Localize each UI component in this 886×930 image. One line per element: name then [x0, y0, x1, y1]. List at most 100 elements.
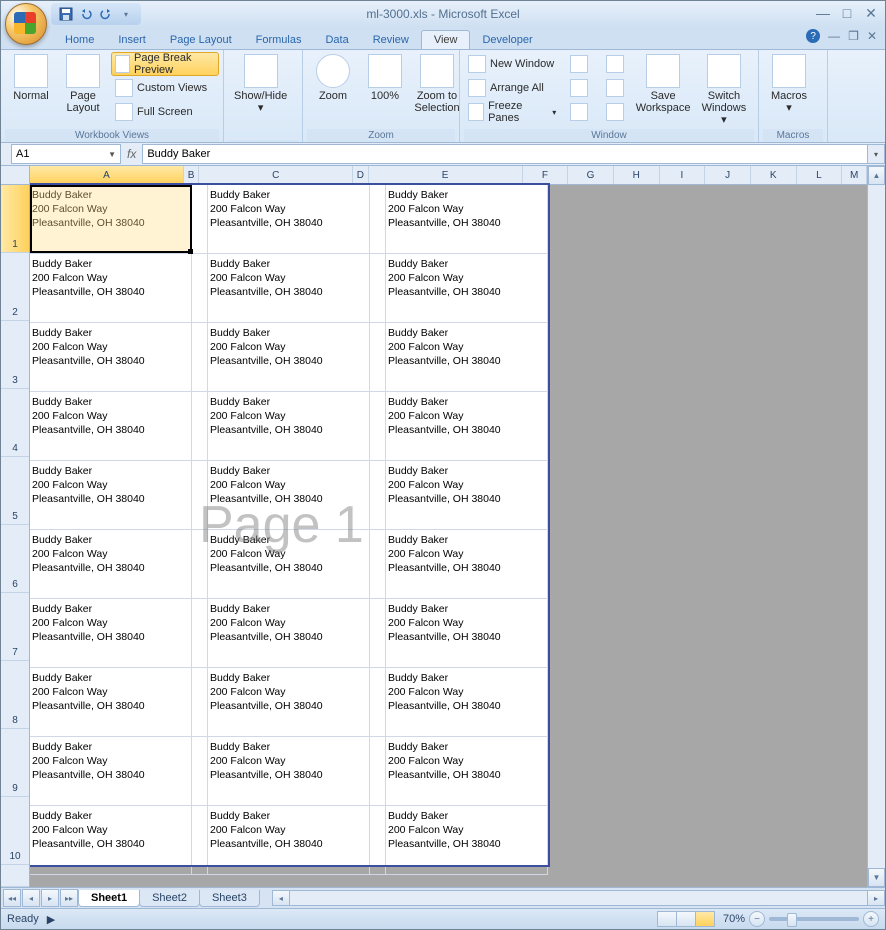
cell[interactable]: Buddy Baker 200 Falcon Way Pleasantville…: [30, 806, 192, 874]
column-header-G[interactable]: G: [568, 166, 614, 184]
view-side-by-side-button[interactable]: [602, 52, 632, 76]
help-icon[interactable]: ?: [806, 29, 820, 43]
cell[interactable]: Buddy Baker 200 Falcon Way Pleasantville…: [208, 185, 370, 253]
zoom-in-button[interactable]: +: [863, 911, 879, 927]
hscroll-track[interactable]: [290, 890, 867, 906]
page-layout-view-button[interactable]: Page Layout: [57, 52, 109, 116]
cell[interactable]: [192, 323, 208, 391]
view-page-layout-shortcut[interactable]: [676, 911, 696, 927]
cell[interactable]: Buddy Baker 200 Falcon Way Pleasantville…: [30, 668, 192, 736]
column-header-E[interactable]: E: [369, 166, 523, 184]
sheet-tab-sheet1[interactable]: Sheet1: [78, 890, 140, 907]
cell[interactable]: [192, 737, 208, 805]
column-header-M[interactable]: M: [842, 166, 867, 184]
column-header-D[interactable]: D: [353, 166, 368, 184]
sheet-nav-last[interactable]: ▸▸: [60, 889, 78, 907]
sheet-tab-sheet3[interactable]: Sheet3: [199, 890, 260, 907]
column-header-I[interactable]: I: [660, 166, 706, 184]
cell[interactable]: Buddy Baker 200 Falcon Way Pleasantville…: [30, 530, 192, 598]
cell[interactable]: [192, 461, 208, 529]
column-header-L[interactable]: L: [797, 166, 843, 184]
column-header-H[interactable]: H: [614, 166, 660, 184]
undo-icon[interactable]: [77, 5, 95, 23]
cell[interactable]: [192, 668, 208, 736]
sheet-nav-next[interactable]: ▸: [41, 889, 59, 907]
switch-windows-button[interactable]: Switch Windows ▾: [694, 52, 754, 128]
hide-button[interactable]: [566, 76, 596, 100]
cell[interactable]: Buddy Baker 200 Falcon Way Pleasantville…: [208, 461, 370, 529]
row-header-9[interactable]: 9: [1, 729, 29, 797]
reset-window-position-button[interactable]: [602, 100, 632, 124]
cell[interactable]: Buddy Baker 200 Falcon Way Pleasantville…: [208, 530, 370, 598]
scroll-right-button[interactable]: ▸: [867, 890, 885, 906]
cell[interactable]: [370, 461, 386, 529]
cell[interactable]: Buddy Baker 200 Falcon Way Pleasantville…: [386, 323, 548, 391]
zoom-slider[interactable]: [769, 917, 859, 921]
cell[interactable]: Buddy Baker 200 Falcon Way Pleasantville…: [30, 461, 192, 529]
cell[interactable]: [192, 530, 208, 598]
tab-formulas[interactable]: Formulas: [244, 31, 314, 49]
cell[interactable]: Buddy Baker 200 Falcon Way Pleasantville…: [208, 737, 370, 805]
view-page-break-shortcut[interactable]: [695, 911, 715, 927]
cell[interactable]: [192, 185, 208, 253]
cell[interactable]: Buddy Baker 200 Falcon Way Pleasantville…: [386, 461, 548, 529]
row-header-7[interactable]: 7: [1, 593, 29, 661]
save-icon[interactable]: [57, 5, 75, 23]
zoom-out-button[interactable]: −: [749, 911, 765, 927]
column-header-A[interactable]: A: [30, 166, 184, 184]
cell[interactable]: Buddy Baker 200 Falcon Way Pleasantville…: [30, 185, 192, 253]
column-header-B[interactable]: B: [184, 166, 199, 184]
qat-customize-icon[interactable]: ▾: [117, 5, 135, 23]
vertical-scrollbar[interactable]: ▲ ▼: [867, 166, 885, 887]
cell[interactable]: [192, 392, 208, 460]
tab-page-layout[interactable]: Page Layout: [158, 31, 244, 49]
cell[interactable]: Buddy Baker 200 Falcon Way Pleasantville…: [386, 668, 548, 736]
horizontal-scrollbar[interactable]: ◂ ▸: [272, 890, 885, 906]
show-hide-button[interactable]: Show/Hide▾: [228, 52, 293, 116]
minimize-button[interactable]: —: [815, 5, 831, 22]
freeze-panes-button[interactable]: Freeze Panes▾: [464, 100, 560, 124]
synchronous-scrolling-button[interactable]: [602, 76, 632, 100]
formula-input[interactable]: Buddy Baker: [142, 144, 868, 164]
sheet-nav-first[interactable]: ◂◂: [3, 889, 21, 907]
cell[interactable]: Buddy Baker 200 Falcon Way Pleasantville…: [30, 737, 192, 805]
mdi-minimize-button[interactable]: —: [828, 29, 840, 43]
cell[interactable]: Buddy Baker 200 Falcon Way Pleasantville…: [386, 737, 548, 805]
zoom-button[interactable]: Zoom: [307, 52, 359, 104]
mdi-restore-button[interactable]: ❐: [848, 29, 859, 43]
column-header-J[interactable]: J: [705, 166, 751, 184]
cell[interactable]: Buddy Baker 200 Falcon Way Pleasantville…: [30, 599, 192, 667]
tab-developer[interactable]: Developer: [470, 31, 544, 49]
row-header-1[interactable]: 1: [1, 185, 29, 253]
scroll-track[interactable]: [868, 185, 885, 868]
cell[interactable]: Buddy Baker 200 Falcon Way Pleasantville…: [30, 323, 192, 391]
cell[interactable]: Buddy Baker 200 Falcon Way Pleasantville…: [208, 254, 370, 322]
row-header-3[interactable]: 3: [1, 321, 29, 389]
cell[interactable]: [370, 323, 386, 391]
select-all-corner[interactable]: [1, 166, 29, 185]
maximize-button[interactable]: □: [839, 5, 855, 22]
cell[interactable]: [192, 599, 208, 667]
row-header-4[interactable]: 4: [1, 389, 29, 457]
tab-review[interactable]: Review: [361, 31, 421, 49]
cell[interactable]: [370, 806, 386, 874]
scroll-down-button[interactable]: ▼: [868, 868, 885, 887]
cell[interactable]: Buddy Baker 200 Falcon Way Pleasantville…: [386, 530, 548, 598]
cell[interactable]: Buddy Baker 200 Falcon Way Pleasantville…: [386, 254, 548, 322]
split-button[interactable]: [566, 52, 596, 76]
redo-icon[interactable]: [97, 5, 115, 23]
cell[interactable]: Buddy Baker 200 Falcon Way Pleasantville…: [386, 185, 548, 253]
macros-button[interactable]: Macros▾: [763, 52, 815, 116]
sheet-tab-sheet2[interactable]: Sheet2: [139, 890, 200, 907]
cell[interactable]: Buddy Baker 200 Falcon Way Pleasantville…: [386, 599, 548, 667]
unhide-button[interactable]: [566, 100, 596, 124]
row-header-6[interactable]: 6: [1, 525, 29, 593]
row-header-8[interactable]: 8: [1, 661, 29, 729]
scroll-up-button[interactable]: ▲: [868, 166, 885, 185]
save-workspace-button[interactable]: Save Workspace: [632, 52, 694, 116]
mdi-close-button[interactable]: ✕: [867, 29, 877, 43]
view-normal-shortcut[interactable]: [657, 911, 677, 927]
row-header-2[interactable]: 2: [1, 253, 29, 321]
new-window-button[interactable]: New Window: [464, 52, 560, 76]
cell[interactable]: [370, 599, 386, 667]
